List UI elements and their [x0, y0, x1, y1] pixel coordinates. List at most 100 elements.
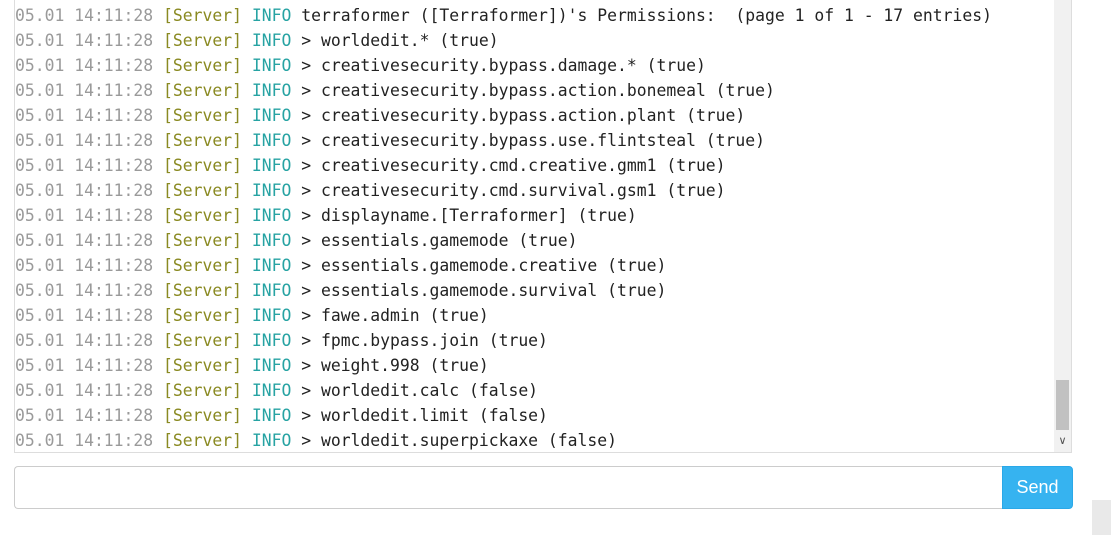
log-message: > weight.998 (true) [301, 356, 489, 375]
log-message: terraformer ([Terraformer])'s Permission… [301, 6, 992, 25]
log-timestamp: 05.01 14:11:28 [15, 231, 154, 250]
log-timestamp: 05.01 14:11:28 [15, 56, 154, 75]
log-message: > worldedit.superpickaxe (false) [301, 431, 617, 450]
log-timestamp: 05.01 14:11:28 [15, 81, 154, 100]
log-timestamp: 05.01 14:11:28 [15, 331, 154, 350]
log-level: INFO [251, 381, 292, 400]
log-level: INFO [251, 431, 292, 450]
log-message: > creativesecurity.bypass.use.flintsteal… [301, 131, 766, 150]
log-line: 05.01 14:11:28 [Server] INFO > creatives… [15, 128, 1053, 153]
log-lines: 05.01 14:11:28 [Server] INFO terraformer… [15, 3, 1053, 452]
page-scrollbar-thumb[interactable] [1092, 0, 1111, 500]
page-scrollbar[interactable] [1092, 0, 1111, 535]
log-message: > creativesecurity.bypass.action.plant (… [301, 106, 746, 125]
log-message: > fawe.admin (true) [301, 306, 489, 325]
log-source: [Server] [163, 431, 242, 450]
log-level: INFO [251, 406, 292, 425]
log-timestamp: 05.01 14:11:28 [15, 131, 154, 150]
log-timestamp: 05.01 14:11:28 [15, 381, 154, 400]
log-message: > worldedit.limit (false) [301, 406, 548, 425]
log-line: 05.01 14:11:28 [Server] INFO > fpmc.bypa… [15, 328, 1053, 353]
log-timestamp: 05.01 14:11:28 [15, 406, 154, 425]
log-timestamp: 05.01 14:11:28 [15, 356, 154, 375]
log-message: > creativesecurity.bypass.action.bonemea… [301, 81, 775, 100]
console-output[interactable]: 05.01 14:11:28 [Server] INFO terraformer… [14, 0, 1072, 453]
log-line: 05.01 14:11:28 [Server] INFO > worldedit… [15, 403, 1053, 428]
log-level: INFO [251, 256, 292, 275]
log-level: INFO [251, 31, 292, 50]
log-line: 05.01 14:11:28 [Server] INFO > weight.99… [15, 353, 1053, 378]
log-message: > creativesecurity.cmd.survival.gsm1 (tr… [301, 181, 726, 200]
log-level: INFO [251, 356, 292, 375]
log-source: [Server] [163, 381, 242, 400]
log-level: INFO [251, 106, 292, 125]
console-page: 05.01 14:11:28 [Server] INFO terraformer… [0, 0, 1111, 535]
chevron-down-icon[interactable]: ∨ [1054, 433, 1071, 449]
log-source: [Server] [163, 406, 242, 425]
log-line: 05.01 14:11:28 [Server] INFO > worldedit… [15, 28, 1053, 53]
log-timestamp: 05.01 14:11:28 [15, 206, 154, 225]
log-level: INFO [251, 56, 292, 75]
log-message: > essentials.gamemode (true) [301, 231, 578, 250]
log-timestamp: 05.01 14:11:28 [15, 6, 154, 25]
log-level: INFO [251, 206, 292, 225]
log-message: > essentials.gamemode.creative (true) [301, 256, 667, 275]
log-message: > creativesecurity.cmd.creative.gmm1 (tr… [301, 156, 726, 175]
log-timestamp: 05.01 14:11:28 [15, 31, 154, 50]
log-source: [Server] [163, 206, 242, 225]
log-source: [Server] [163, 156, 242, 175]
log-level: INFO [251, 131, 292, 150]
log-timestamp: 05.01 14:11:28 [15, 281, 154, 300]
log-source: [Server] [163, 231, 242, 250]
command-bar: Send [14, 466, 1073, 509]
log-line: 05.01 14:11:28 [Server] INFO > worldedit… [15, 378, 1053, 403]
log-source: [Server] [163, 31, 242, 50]
log-source: [Server] [163, 331, 242, 350]
log-timestamp: 05.01 14:11:28 [15, 431, 154, 450]
log-line: 05.01 14:11:28 [Server] INFO > essential… [15, 228, 1053, 253]
log-line: 05.01 14:11:28 [Server] INFO terraformer… [15, 3, 1053, 28]
log-level: INFO [251, 281, 292, 300]
log-level: INFO [251, 156, 292, 175]
log-timestamp: 05.01 14:11:28 [15, 156, 154, 175]
log-source: [Server] [163, 256, 242, 275]
log-source: [Server] [163, 281, 242, 300]
log-level: INFO [251, 231, 292, 250]
log-source: [Server] [163, 106, 242, 125]
log-line: 05.01 14:11:28 [Server] INFO > creatives… [15, 103, 1053, 128]
log-message: > worldedit.calc (false) [301, 381, 539, 400]
log-line: 05.01 14:11:28 [Server] INFO > essential… [15, 253, 1053, 278]
log-level: INFO [251, 6, 292, 25]
scrollbar-thumb[interactable] [1056, 380, 1069, 430]
log-level: INFO [251, 331, 292, 350]
log-message: > creativesecurity.bypass.damage.* (true… [301, 56, 706, 75]
log-level: INFO [251, 181, 292, 200]
log-message: > worldedit.* (true) [301, 31, 499, 50]
log-source: [Server] [163, 356, 242, 375]
log-source: [Server] [163, 131, 242, 150]
log-line: 05.01 14:11:28 [Server] INFO > creatives… [15, 78, 1053, 103]
log-timestamp: 05.01 14:11:28 [15, 306, 154, 325]
log-message: > displayname.[Terraformer] (true) [301, 206, 637, 225]
console-scrollbar[interactable]: ∨ [1054, 0, 1071, 452]
command-input[interactable] [14, 466, 1003, 509]
log-timestamp: 05.01 14:11:28 [15, 106, 154, 125]
log-line: 05.01 14:11:28 [Server] INFO > creatives… [15, 178, 1053, 203]
log-source: [Server] [163, 181, 242, 200]
log-source: [Server] [163, 306, 242, 325]
log-message: > essentials.gamemode.survival (true) [301, 281, 667, 300]
log-timestamp: 05.01 14:11:28 [15, 181, 154, 200]
send-button[interactable]: Send [1002, 466, 1073, 509]
log-line: 05.01 14:11:28 [Server] INFO > creatives… [15, 153, 1053, 178]
log-level: INFO [251, 306, 292, 325]
log-source: [Server] [163, 56, 242, 75]
log-line: 05.01 14:11:28 [Server] INFO > fawe.admi… [15, 303, 1053, 328]
log-message: > fpmc.bypass.join (true) [301, 331, 548, 350]
log-line: 05.01 14:11:28 [Server] INFO > displayna… [15, 203, 1053, 228]
log-source: [Server] [163, 81, 242, 100]
log-line: 05.01 14:11:28 [Server] INFO > creatives… [15, 53, 1053, 78]
log-timestamp: 05.01 14:11:28 [15, 256, 154, 275]
log-source: [Server] [163, 6, 242, 25]
log-line: 05.01 14:11:28 [Server] INFO > essential… [15, 278, 1053, 303]
log-line: 05.01 14:11:28 [Server] INFO > worldedit… [15, 428, 1053, 452]
